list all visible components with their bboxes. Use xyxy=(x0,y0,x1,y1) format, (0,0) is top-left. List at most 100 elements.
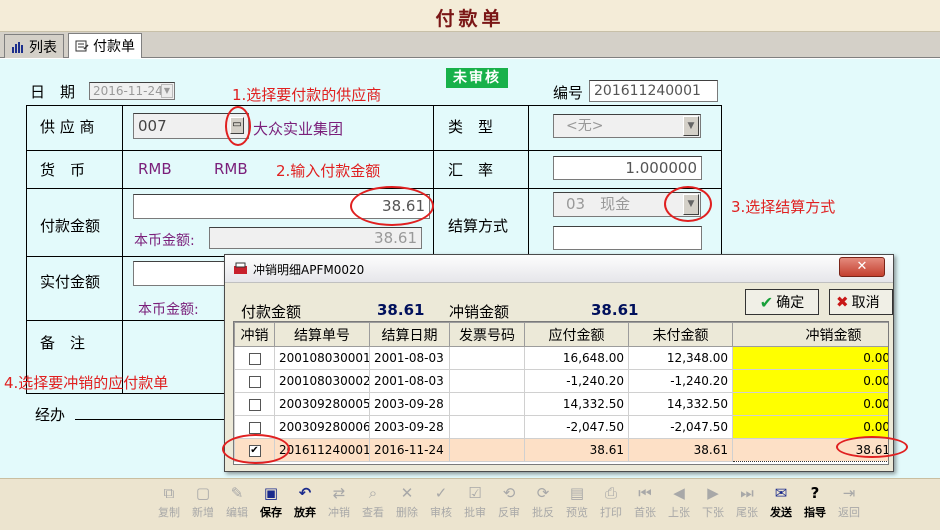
preview-button[interactable]: ▤ 预览 xyxy=(560,482,594,526)
chevron-down-icon[interactable]: ▼ xyxy=(683,116,699,136)
new-button[interactable]: ▢ 新增 xyxy=(186,482,220,526)
table-row[interactable]: 200108030001 2001-08-03 16,648.00 12,348… xyxy=(234,346,888,370)
col-header-settle-no[interactable]: 结算单号 xyxy=(274,322,370,347)
cell-settle-date: 2003-09-28 xyxy=(369,392,450,416)
dialog-close-button[interactable]: ✕ xyxy=(839,257,885,277)
last-button[interactable]: ⏭ 尾张 xyxy=(730,482,764,526)
toolbar-button-label: 首张 xyxy=(634,506,656,519)
view-button[interactable]: ⌕ 查看 xyxy=(356,482,390,526)
save-icon: ▣ xyxy=(263,484,279,502)
number-field[interactable]: 201611240001 xyxy=(589,80,718,102)
send-icon: ✉ xyxy=(774,484,788,502)
batch-unaudit-button[interactable]: ⟳ 批反 xyxy=(526,482,560,526)
cell-offset-amount[interactable]: 0.00 xyxy=(732,369,888,393)
tab-list[interactable]: 列表 xyxy=(4,34,64,58)
ok-button-label: 确定 xyxy=(776,295,805,311)
table-row[interactable]: 200108030002 2001-08-03 -1,240.20 -1,240… xyxy=(234,369,888,393)
number-label: 编号 xyxy=(553,84,584,102)
settle-label: 结算方式 xyxy=(448,217,509,235)
cell-offset-amount[interactable]: 0.00 xyxy=(732,346,888,370)
cell-unpaid: -1,240.20 xyxy=(628,369,733,393)
delete-button[interactable]: ✕ 删除 xyxy=(390,482,424,526)
cell-unpaid: 14,332.50 xyxy=(628,392,733,416)
currency-code: RMB xyxy=(138,160,172,178)
row-checkbox-cell[interactable] xyxy=(234,346,275,370)
row-checkbox-cell[interactable] xyxy=(234,392,275,416)
tab-payment[interactable]: 付款单 xyxy=(68,33,142,58)
col-header-offset-check[interactable]: 冲销 xyxy=(234,322,275,347)
form-grid-line xyxy=(26,393,226,394)
row-checkbox[interactable] xyxy=(248,352,261,365)
audit-button[interactable]: ✓ 审核 xyxy=(424,482,458,526)
print-button[interactable]: ⎙ 打印 xyxy=(594,482,628,526)
cell-offset-amount[interactable]: 0.00 xyxy=(732,392,888,416)
send-button[interactable]: ✉ 发送 xyxy=(764,482,798,526)
table-row-selected[interactable]: ✔ 201611240001 2016-11-24 38.61 38.61 38… xyxy=(234,438,888,462)
exit-button[interactable]: ⇥ 返回 xyxy=(832,482,866,526)
cross-icon: ✖ xyxy=(836,293,849,311)
row-checkbox-cell[interactable] xyxy=(234,369,275,393)
cancel-button[interactable]: ✖ 取消 xyxy=(829,289,893,315)
ok-button[interactable]: ✔ 确定 xyxy=(745,289,819,315)
annotation-step2: 2.输入付款金额 xyxy=(276,162,381,180)
toolbar-button-label: 冲销 xyxy=(328,506,350,519)
toolbar-button-label: 保存 xyxy=(260,506,282,519)
offset-detail-dialog: 冲销明细APFM0020 ✕ 付款金额 38.61 冲销金额 38.61 ✔ 确… xyxy=(224,254,894,472)
offset-button[interactable]: ⇄ 冲销 xyxy=(322,482,356,526)
col-header-invoice-no[interactable]: 发票号码 xyxy=(449,322,525,347)
edit-button[interactable]: ✎ 编辑 xyxy=(220,482,254,526)
table-row[interactable]: 200309280006 2003-09-28 -2,047.50 -2,047… xyxy=(234,415,888,439)
annotation-oval xyxy=(664,186,712,222)
cell-settle-no: 200108030002 xyxy=(274,369,370,393)
help-button[interactable]: ? 指导 xyxy=(798,482,832,526)
type-select[interactable]: <无> ▼ xyxy=(553,114,701,138)
cell-offset-amount[interactable]: 0.00 xyxy=(732,415,888,439)
first-button[interactable]: ⏮ 首张 xyxy=(628,482,662,526)
copy-icon: ⧉ xyxy=(163,484,175,502)
cell-invoice xyxy=(449,369,525,393)
unaudit-button[interactable]: ⟲ 反审 xyxy=(492,482,526,526)
undo-button[interactable]: ↶ 放弃 xyxy=(288,482,322,526)
cell-payable: -1,240.20 xyxy=(524,369,629,393)
toolbar-button-label: 下张 xyxy=(702,506,724,519)
toolbar-button-label: 打印 xyxy=(600,506,622,519)
table-row[interactable]: 200309280005 2003-09-28 14,332.50 14,332… xyxy=(234,392,888,416)
date-label: 日 期 xyxy=(30,83,76,101)
settle-extra-field[interactable] xyxy=(553,226,702,250)
date-field[interactable]: 2016-11-24 ▼ xyxy=(89,82,175,100)
toolbar-button-label: 复制 xyxy=(158,506,180,519)
col-header-offset-amount[interactable]: 冲销金额 xyxy=(732,322,888,347)
toolbar-button-label: 反审 xyxy=(498,506,520,519)
chevron-down-icon[interactable]: ▼ xyxy=(161,84,173,98)
toolbar-button-label: 尾张 xyxy=(736,506,758,519)
supplier-name: 大众实业集团 xyxy=(253,120,344,138)
rate-field[interactable]: 1.000000 xyxy=(553,156,702,180)
col-header-settle-date[interactable]: 结算日期 xyxy=(369,322,450,347)
annotation-oval xyxy=(350,186,434,226)
pay-amount-value: 38.61 xyxy=(377,301,425,319)
form-grid-line xyxy=(122,105,123,394)
cell-payable: 16,648.00 xyxy=(524,346,629,370)
prev-button[interactable]: ◀ 上张 xyxy=(662,482,696,526)
supplier-label: 供 应 商 xyxy=(40,118,95,136)
row-checkbox[interactable] xyxy=(248,375,261,388)
row-checkbox[interactable] xyxy=(248,421,261,434)
grid-header-row: 冲销 结算单号 结算日期 发票号码 应付金额 未付金额 冲销金额 xyxy=(234,322,888,347)
next-button[interactable]: ▶ 下张 xyxy=(696,482,730,526)
edit-icon: ✎ xyxy=(230,484,244,502)
actual-amount-field[interactable] xyxy=(133,261,233,286)
number-value: 201611240001 xyxy=(594,83,701,99)
cell-invoice xyxy=(449,438,525,462)
last-icon: ⏭ xyxy=(740,484,754,502)
toolbar-button-label: 审核 xyxy=(430,506,452,519)
checkmark-icon: ✔ xyxy=(759,292,774,312)
save-button[interactable]: ▣ 保存 xyxy=(254,482,288,526)
batch-audit-icon: ☑ xyxy=(468,484,482,502)
col-header-payable[interactable]: 应付金额 xyxy=(524,322,629,347)
col-header-unpaid[interactable]: 未付金额 xyxy=(628,322,733,347)
page-title: 付款单 xyxy=(435,8,505,30)
copy-button[interactable]: ⧉ 复制 xyxy=(152,482,186,526)
row-checkbox[interactable] xyxy=(248,398,261,411)
currency-label: 货 币 xyxy=(40,161,86,179)
batch-audit-button[interactable]: ☑ 批审 xyxy=(458,482,492,526)
